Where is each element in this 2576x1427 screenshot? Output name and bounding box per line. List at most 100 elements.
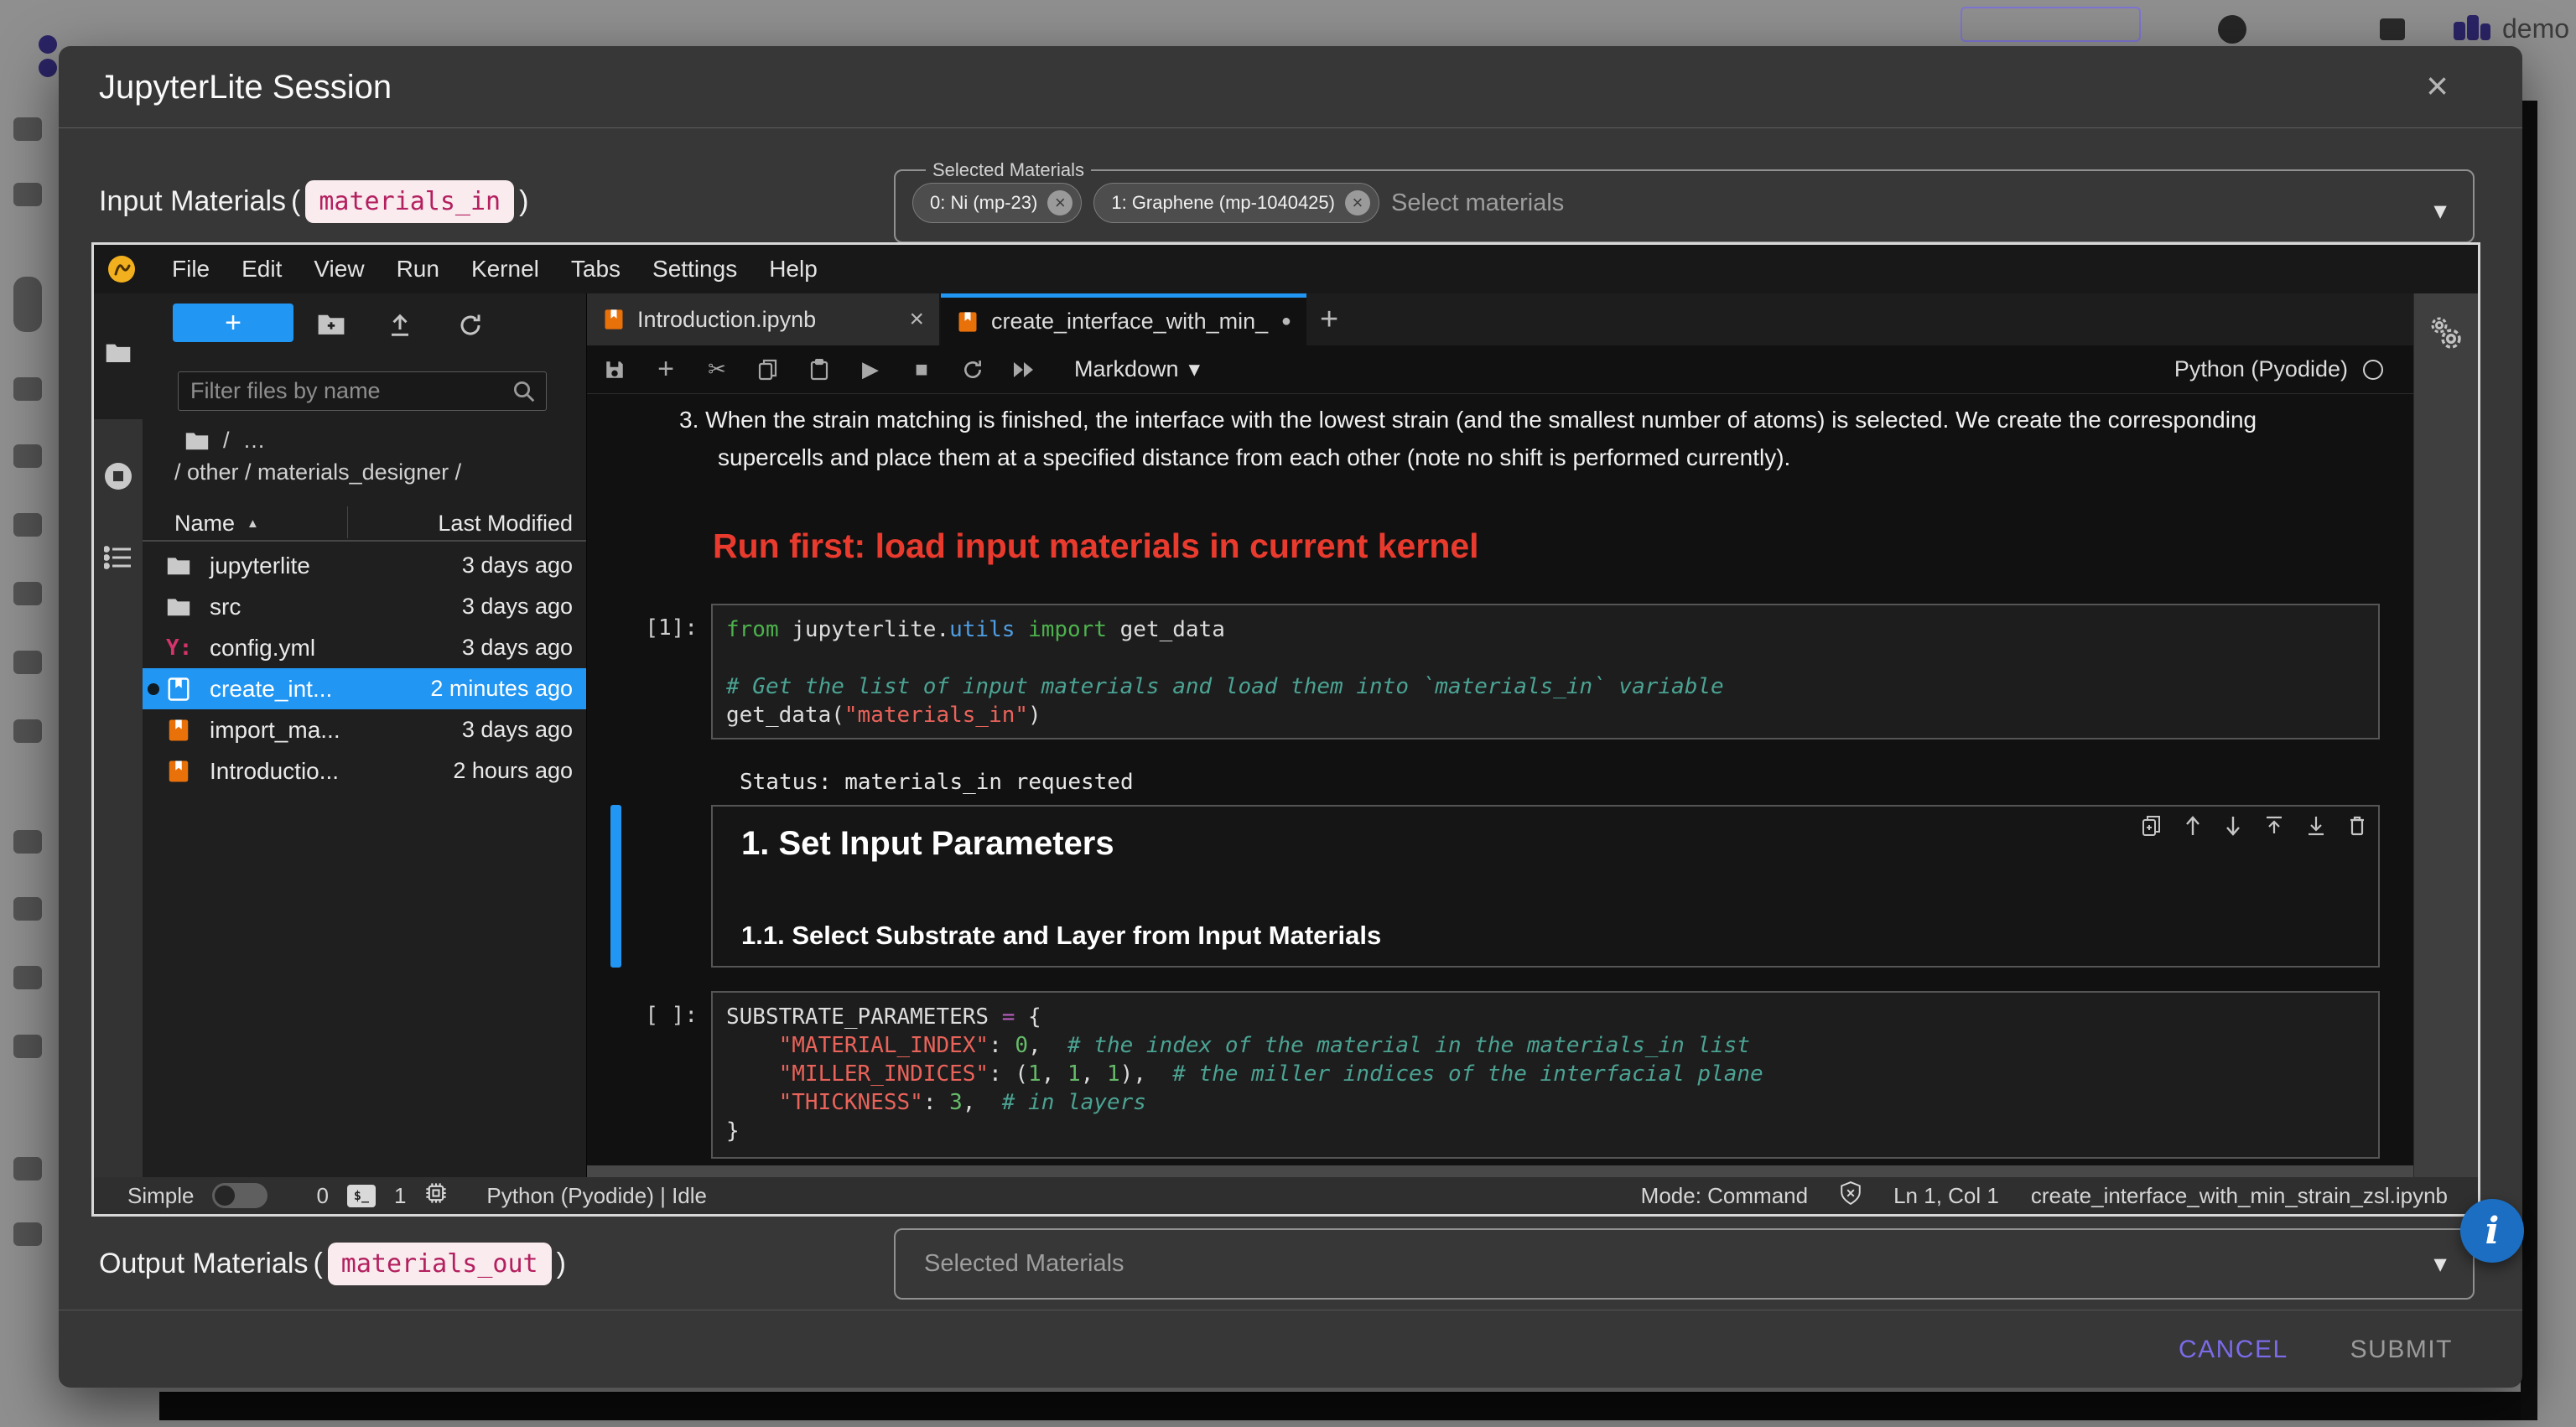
output-materials-select[interactable]: Selected Materials ▼ bbox=[894, 1228, 2475, 1300]
kernel-status-text[interactable]: Python (Pyodide) | Idle bbox=[486, 1183, 707, 1209]
stop-icon[interactable]: ■ bbox=[907, 356, 936, 382]
add-cell-icon[interactable]: + bbox=[652, 353, 680, 386]
select-materials-placeholder: Select materials bbox=[1391, 189, 1564, 217]
simple-mode-toggle[interactable] bbox=[212, 1183, 267, 1208]
file-row-create-interface[interactable]: create_int... 2 minutes ago bbox=[143, 668, 586, 709]
jupyterlab-window: File Edit View Run Kernel Tabs Settings … bbox=[91, 242, 2480, 1217]
refresh-icon[interactable] bbox=[458, 313, 483, 342]
file-row-jupyterlite[interactable]: jupyterlite 3 days ago bbox=[143, 545, 586, 586]
delete-cell-icon[interactable] bbox=[2348, 815, 2366, 837]
background-sidebar-icon bbox=[13, 651, 42, 674]
code-cell-substrate-parameters[interactable]: SUBSTRATE_PARAMETERS = { "MATERIAL_INDEX… bbox=[711, 991, 2380, 1159]
restart-run-all-icon[interactable] bbox=[1010, 361, 1038, 379]
background-icon bbox=[2380, 18, 2405, 40]
background-user-label: demo bbox=[2502, 13, 2569, 44]
upload-icon[interactable] bbox=[387, 313, 413, 342]
tab-create-interface[interactable]: create_interface_with_min_ ● bbox=[941, 293, 1306, 345]
column-name[interactable]: Name ▲ bbox=[174, 511, 259, 537]
background-sidebar-icon bbox=[13, 513, 42, 537]
file-row-config-yml[interactable]: Y: config.yml 3 days ago bbox=[143, 627, 586, 668]
property-inspector-gears-icon[interactable] bbox=[2428, 315, 2464, 352]
move-cell-up-icon[interactable] bbox=[2184, 815, 2202, 837]
restart-kernel-icon[interactable] bbox=[958, 359, 987, 381]
menu-settings[interactable]: Settings bbox=[636, 256, 753, 283]
horizontal-scrollbar[interactable] bbox=[587, 1165, 2413, 1177]
folder-icon bbox=[166, 556, 210, 576]
duplicate-cell-icon[interactable] bbox=[2142, 815, 2162, 837]
selected-materials-field[interactable]: Selected Materials 0: Ni (mp-23) × 1: Gr… bbox=[894, 159, 2475, 243]
cell-type-select[interactable]: Markdown ▾ bbox=[1074, 356, 1200, 382]
info-button[interactable]: i bbox=[2460, 1199, 2524, 1263]
command-mode-label[interactable]: Mode: Command bbox=[1641, 1183, 1808, 1209]
search-icon bbox=[512, 379, 537, 408]
terminal-icon[interactable]: $_ bbox=[347, 1185, 376, 1207]
cell-output: Status: materials_in requested bbox=[740, 770, 1134, 795]
menu-help[interactable]: Help bbox=[753, 256, 834, 283]
new-tab-button[interactable]: + bbox=[1306, 293, 1352, 345]
breadcrumb[interactable]: / … bbox=[184, 428, 266, 454]
cursor-position[interactable]: Ln 1, Col 1 bbox=[1893, 1183, 1999, 1209]
save-icon[interactable] bbox=[600, 359, 629, 381]
markdown-cell-selected[interactable]: 1. Set Input Parameters 1.1. Select Subs… bbox=[711, 805, 2380, 968]
insert-cell-above-icon[interactable] bbox=[2264, 815, 2284, 837]
running-sessions-icon[interactable] bbox=[103, 461, 133, 496]
copy-icon[interactable] bbox=[754, 359, 782, 381]
chevron-down-icon[interactable]: ▼ bbox=[2429, 199, 2451, 225]
new-launcher-button[interactable]: + bbox=[173, 304, 293, 342]
file-browser-icon[interactable] bbox=[105, 342, 132, 368]
material-chip-ni[interactable]: 0: Ni (mp-23) × bbox=[912, 183, 1082, 223]
dialog-header: JupyterLite Session × bbox=[59, 46, 2522, 128]
cut-icon[interactable]: ✂ bbox=[703, 356, 731, 382]
breadcrumb-path[interactable]: / other / materials_designer / bbox=[174, 459, 461, 485]
background-sidebar-icon bbox=[13, 719, 42, 743]
background-sidebar-icon bbox=[13, 966, 42, 989]
background-sidebar-icon bbox=[13, 117, 42, 141]
background-logo-dot bbox=[39, 35, 57, 54]
folder-icon bbox=[184, 431, 210, 451]
chip-remove-icon[interactable]: × bbox=[1345, 190, 1370, 215]
paste-icon[interactable] bbox=[805, 359, 834, 381]
column-last-modified[interactable]: Last Modified bbox=[438, 511, 573, 537]
menu-edit[interactable]: Edit bbox=[226, 256, 298, 283]
markdown-list-item[interactable]: 3. When the strain matching is finished,… bbox=[679, 401, 2356, 476]
cpu-kernel-icon[interactable] bbox=[424, 1181, 448, 1211]
tab-introduction[interactable]: Introduction.ipynb × bbox=[587, 293, 941, 345]
file-row-introduction[interactable]: Introductio... 2 hours ago bbox=[143, 750, 586, 791]
notebook-tab-icon bbox=[956, 310, 979, 334]
menu-run[interactable]: Run bbox=[381, 256, 455, 283]
move-cell-down-icon[interactable] bbox=[2224, 815, 2242, 837]
file-row-src[interactable]: src 3 days ago bbox=[143, 586, 586, 627]
markdown-red-heading[interactable]: Run first: load input materials in curre… bbox=[713, 527, 1479, 566]
materials-out-chip: materials_out bbox=[328, 1243, 552, 1285]
cell-prompt: [1]: bbox=[587, 615, 698, 641]
tab-bar: Introduction.ipynb × create_interface_wi… bbox=[587, 293, 2413, 345]
submit-button[interactable]: SUBMIT bbox=[2350, 1336, 2453, 1364]
file-list: jupyterlite 3 days ago src 3 days ago Y:… bbox=[143, 545, 586, 791]
notebook-toolbar: + ✂ ▶ ■ bbox=[587, 345, 2413, 394]
background-sidebar-icon bbox=[13, 582, 42, 605]
jupyterlite-session-dialog: JupyterLite Session × Input Materials ( … bbox=[59, 46, 2522, 1388]
status-bar: Simple 0 $_ 1 Python (Pyodide) | Idle Mo… bbox=[94, 1177, 2478, 1214]
kernel-indicator[interactable]: Python (Pyodide) bbox=[2174, 356, 2383, 382]
menu-view[interactable]: View bbox=[298, 256, 380, 283]
file-row-import-material[interactable]: import_ma... 3 days ago bbox=[143, 709, 586, 750]
code-cell-get-data[interactable]: from jupyterlite.utils import get_data #… bbox=[711, 604, 2380, 739]
markdown-h2: 1.1. Select Substrate and Layer from Inp… bbox=[741, 921, 1381, 951]
cell-prompt: [ ]: bbox=[587, 1003, 698, 1028]
menu-tabs[interactable]: Tabs bbox=[555, 256, 636, 283]
filter-files-input[interactable] bbox=[178, 371, 547, 411]
new-folder-icon[interactable] bbox=[317, 313, 345, 340]
insert-cell-below-icon[interactable] bbox=[2306, 815, 2326, 837]
cancel-button[interactable]: CANCEL bbox=[2179, 1336, 2288, 1364]
run-icon[interactable]: ▶ bbox=[856, 356, 885, 382]
menu-file[interactable]: File bbox=[156, 256, 226, 283]
active-filename: create_interface_with_min_strain_zsl.ipy… bbox=[2031, 1183, 2448, 1209]
menu-kernel[interactable]: Kernel bbox=[455, 256, 555, 283]
materials-in-chip: materials_in bbox=[305, 180, 514, 223]
tab-close-icon[interactable]: × bbox=[909, 305, 924, 334]
background-sidebar-icon bbox=[13, 1222, 42, 1246]
chip-remove-icon[interactable]: × bbox=[1047, 190, 1072, 215]
material-chip-graphene[interactable]: 1: Graphene (mp-1040425) × bbox=[1093, 183, 1379, 223]
close-icon[interactable]: × bbox=[2426, 66, 2449, 105]
table-of-contents-icon[interactable] bbox=[104, 545, 132, 574]
